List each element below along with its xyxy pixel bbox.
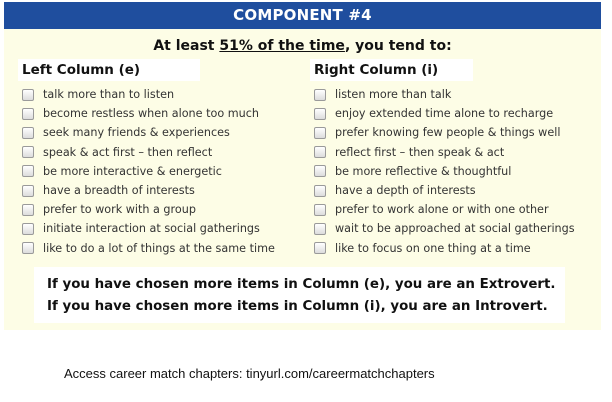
checkbox[interactable]	[22, 222, 34, 235]
checkbox[interactable]	[314, 184, 326, 197]
right-column-title: Right Column (i)	[310, 59, 474, 81]
checkbox[interactable]	[22, 107, 34, 120]
list-item: be more reflective & thoughtful	[310, 162, 595, 181]
list-item: like to focus on one thing at a time	[310, 239, 595, 258]
checkbox[interactable]	[22, 165, 34, 178]
list-item: have a breadth of interests	[18, 181, 308, 200]
checkbox[interactable]	[314, 242, 326, 255]
checkbox[interactable]	[314, 126, 326, 139]
instruction-subtitle: At least 51% of the time, you tend to:	[4, 37, 601, 55]
list-item: prefer to work alone or with one other	[310, 200, 595, 219]
list-item: become restless when alone too much	[18, 104, 308, 123]
checkbox[interactable]	[22, 88, 34, 101]
list-item: wait to be approached at social gatherin…	[310, 219, 595, 238]
checkbox[interactable]	[314, 165, 326, 178]
item-label: be more interactive & energetic	[43, 164, 222, 178]
right-column: Right Column (i) listen more than talk e…	[310, 55, 595, 258]
checkbox[interactable]	[22, 203, 34, 216]
list-item: talk more than to listen	[18, 85, 308, 104]
checkbox[interactable]	[314, 107, 326, 120]
item-label: initiate interaction at social gathering…	[43, 222, 260, 236]
result-box: If you have chosen more items in Column …	[34, 267, 565, 323]
extrovert-result: If you have chosen more items in Column …	[47, 277, 556, 292]
list-item: have a depth of interests	[310, 181, 595, 200]
item-label: wait to be approached at social gatherin…	[335, 222, 575, 236]
checkbox[interactable]	[22, 146, 34, 159]
list-item: speak & act first – then reflect	[18, 143, 308, 162]
list-item: enjoy extended time alone to recharge	[310, 104, 595, 123]
list-item: prefer to work with a group	[18, 200, 308, 219]
item-label: prefer to work with a group	[43, 203, 196, 217]
component-header: COMPONENT #4	[4, 2, 601, 29]
introvert-result: If you have chosen more items in Column …	[47, 299, 548, 314]
item-label: prefer knowing few people & things well	[335, 126, 561, 140]
item-label: talk more than to listen	[43, 88, 175, 102]
item-label: enjoy extended time alone to recharge	[335, 107, 554, 121]
item-label: seek many friends & experiences	[43, 126, 230, 140]
checkbox[interactable]	[22, 126, 34, 139]
checkbox[interactable]	[314, 88, 326, 101]
item-label: be more reflective & thoughtful	[335, 164, 512, 178]
list-item: seek many friends & experiences	[18, 123, 308, 142]
checkbox[interactable]	[22, 242, 34, 255]
columns: Left Column (e) talk more than to listen…	[4, 55, 601, 265]
item-label: become restless when alone too much	[43, 107, 259, 121]
item-label: have a breadth of interests	[43, 184, 195, 198]
list-item: initiate interaction at social gathering…	[18, 219, 308, 238]
item-label: prefer to work alone or with one other	[335, 203, 549, 217]
list-item: like to do a lot of things at the same t…	[18, 239, 308, 258]
list-item: reflect first – then speak & act	[310, 143, 595, 162]
footer-text: Access career match chapters: tinyurl.co…	[64, 366, 435, 381]
list-item: be more interactive & energetic	[18, 162, 308, 181]
list-item: prefer knowing few people & things well	[310, 123, 595, 142]
list-item: listen more than talk	[310, 85, 595, 104]
checkbox[interactable]	[314, 203, 326, 216]
subtitle-suffix: , you tend to:	[344, 38, 452, 54]
item-label: speak & act first – then reflect	[43, 145, 213, 159]
left-column-title: Left Column (e)	[18, 59, 201, 81]
item-label: like to do a lot of things at the same t…	[43, 241, 275, 255]
item-label: like to focus on one thing at a time	[335, 241, 531, 255]
subtitle-emphasis: 51% of the time	[219, 38, 345, 54]
checkbox[interactable]	[314, 222, 326, 235]
subtitle-prefix: At least	[153, 38, 220, 54]
left-column: Left Column (e) talk more than to listen…	[18, 55, 308, 258]
item-label: have a depth of interests	[335, 184, 476, 198]
item-label: listen more than talk	[335, 88, 452, 102]
checkbox[interactable]	[22, 184, 34, 197]
item-label: reflect first – then speak & act	[335, 145, 505, 159]
checkbox[interactable]	[314, 146, 326, 159]
